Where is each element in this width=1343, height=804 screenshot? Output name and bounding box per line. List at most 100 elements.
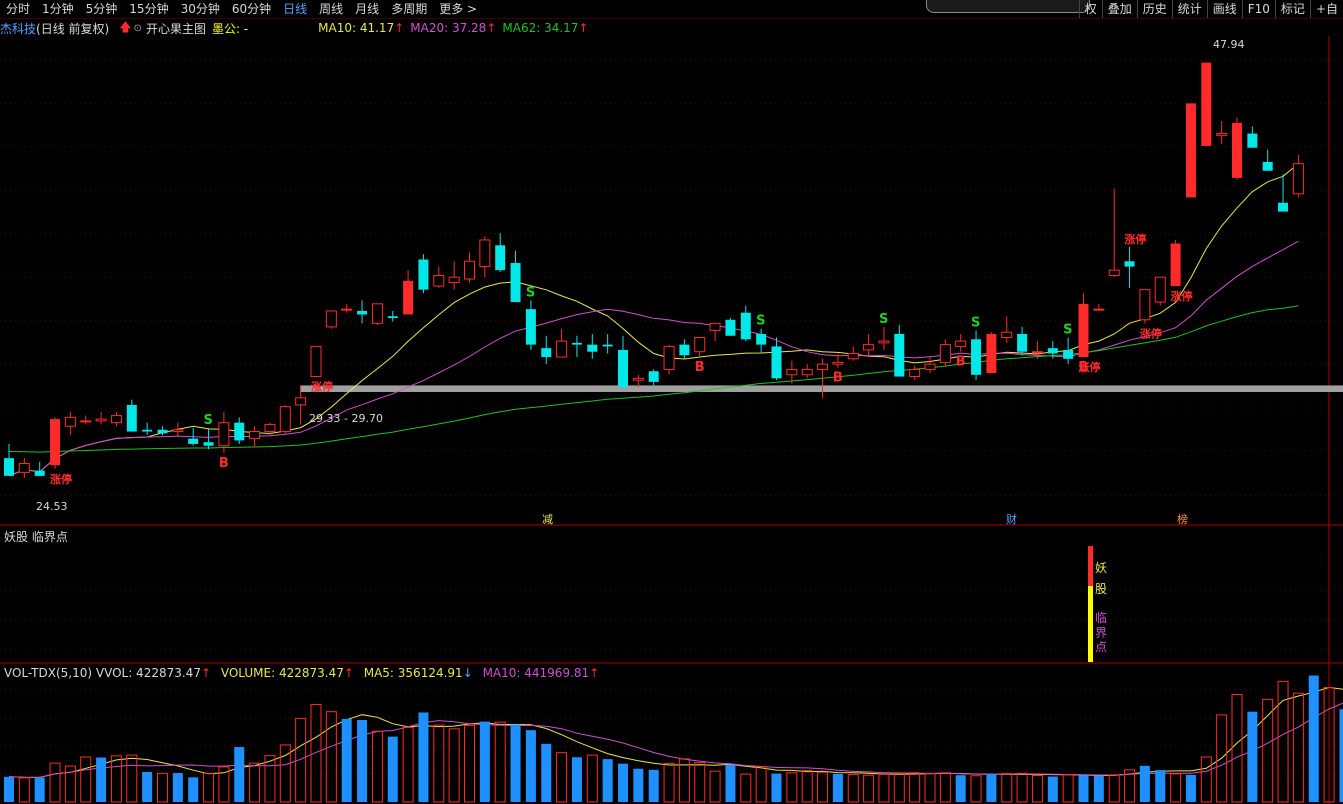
candle-body	[64, 416, 76, 427]
candle-body	[1031, 351, 1043, 354]
volume-bar	[525, 730, 536, 802]
stock-chart[interactable]: 涨停涨停涨停涨停涨停涨停BBBB BSSS S S S 47.94 24.53 29.3…	[0, 0, 1343, 804]
candle-body	[847, 352, 859, 360]
draw-button[interactable]: 画线	[1206, 0, 1242, 18]
candle-body	[464, 260, 475, 280]
volume-bar	[832, 773, 843, 802]
volume-bar	[1185, 774, 1196, 802]
volume-bar	[602, 759, 613, 802]
chart-grid	[0, 36, 1343, 804]
tab-period[interactable]: 15分钟	[123, 0, 174, 18]
candle-body	[249, 431, 261, 440]
right-toolbar: 权 叠加 历史 统计 画线 F10 标记 +自	[1078, 0, 1343, 18]
candle-body	[110, 415, 122, 424]
signal-marker: 涨停	[1140, 326, 1162, 340]
indicator-bar-red	[1088, 546, 1093, 586]
floating-widget[interactable]	[926, 0, 1090, 13]
candle-body	[986, 333, 997, 374]
candle-body	[80, 420, 92, 423]
volume-bar	[909, 772, 921, 803]
candle-body	[1216, 133, 1228, 136]
volume-bar	[325, 711, 337, 803]
tab-period[interactable]: 60分钟	[226, 0, 277, 18]
candle-body	[709, 322, 721, 331]
volume-bar	[234, 747, 245, 802]
candle-body	[172, 429, 184, 433]
volume-bar	[357, 719, 368, 802]
candle-body	[618, 349, 628, 388]
signal-marker: 涨停	[50, 472, 72, 486]
f10-button[interactable]: F10	[1241, 0, 1275, 18]
stats-button[interactable]: 统计	[1171, 0, 1207, 18]
candle-body	[34, 470, 45, 476]
chart-annotations: 47.94 24.53 29.33 - 29.70 减 财 榜 妖 股 临 界 …	[36, 38, 1245, 654]
candle-body	[18, 462, 30, 473]
tab-period[interactable]: 周线	[313, 0, 349, 18]
volume-bar	[279, 744, 291, 803]
overlay-button[interactable]: 叠加	[1101, 0, 1137, 18]
volume-bar	[157, 772, 168, 803]
tab-period[interactable]: 1分钟	[36, 0, 80, 18]
volume-bar	[172, 773, 183, 802]
support-band-label: 29.33 - 29.70	[309, 412, 383, 425]
tab-period[interactable]: 分时	[0, 0, 36, 18]
candle-body	[909, 368, 921, 378]
volume-bar	[371, 730, 383, 803]
candle-body	[863, 344, 875, 351]
indicator-char-yao: 妖	[1095, 561, 1107, 575]
volume-bar	[34, 777, 45, 802]
up-arrow-icon: 🡅	[119, 19, 132, 34]
candle-body	[495, 245, 506, 271]
volume-bar	[249, 762, 261, 803]
candle-body	[295, 397, 307, 406]
ma10-line	[8, 163, 1299, 477]
volume-bar	[740, 773, 752, 803]
volume-bar	[1078, 775, 1089, 802]
tab-period[interactable]: 月线	[349, 0, 385, 18]
self-select-button[interactable]: +自	[1309, 0, 1343, 18]
tab-period[interactable]: 30分钟	[175, 0, 226, 18]
volume-bar	[571, 757, 582, 802]
settings-circle-icon[interactable]: ⊙	[134, 23, 142, 34]
candle-body	[95, 418, 107, 422]
candle-body	[142, 429, 153, 432]
signal-marker: 涨停	[1079, 360, 1101, 374]
ma62-line	[8, 305, 1299, 453]
chart-mode: (日线 前复权)	[36, 21, 110, 36]
volume-bar	[678, 758, 690, 803]
signal-marker: 涨停	[1125, 232, 1147, 246]
candle-body	[433, 274, 445, 287]
candle-body	[832, 361, 844, 365]
volume-bar	[49, 762, 61, 803]
history-button[interactable]: 历史	[1136, 0, 1172, 18]
indicator-char-gu: 股	[1095, 582, 1107, 596]
indicator-title: 妖股 临界点	[4, 530, 68, 544]
tab-more[interactable]: 更多 >	[433, 0, 483, 18]
candle-body	[1247, 133, 1258, 148]
up-arrow-icon: ↑	[200, 666, 212, 680]
volume-bar	[295, 717, 307, 803]
volume-bar	[586, 754, 598, 803]
candle-body	[924, 363, 936, 370]
signal-marker: B	[956, 355, 966, 370]
up-arrow-icon: ↑	[589, 666, 600, 680]
stock-name[interactable]: 杰科技	[0, 20, 36, 37]
candle-body	[894, 333, 905, 377]
mark-button[interactable]: 标记	[1274, 0, 1310, 18]
formula-name[interactable]: 开心果主图	[146, 20, 206, 37]
special-indicator: 墨公: -	[211, 21, 249, 36]
candle-body	[648, 371, 659, 382]
volume-bar	[418, 712, 429, 802]
volume-bar	[18, 777, 30, 803]
rights-button[interactable]: 权	[1078, 0, 1102, 18]
volume-bar	[1308, 675, 1319, 802]
volume-bar	[771, 773, 782, 802]
signal-marker: S	[756, 314, 765, 329]
candle-body	[510, 263, 521, 303]
tab-period[interactable]: 多周期	[385, 0, 433, 18]
signal-marker: S	[204, 413, 213, 428]
tab-period-active[interactable]: 日线	[277, 0, 313, 18]
tab-period[interactable]: 5分钟	[80, 0, 124, 18]
volume-bar	[80, 756, 92, 803]
volume-formula-name[interactable]: VOL-TDX(5,10)	[4, 666, 92, 680]
